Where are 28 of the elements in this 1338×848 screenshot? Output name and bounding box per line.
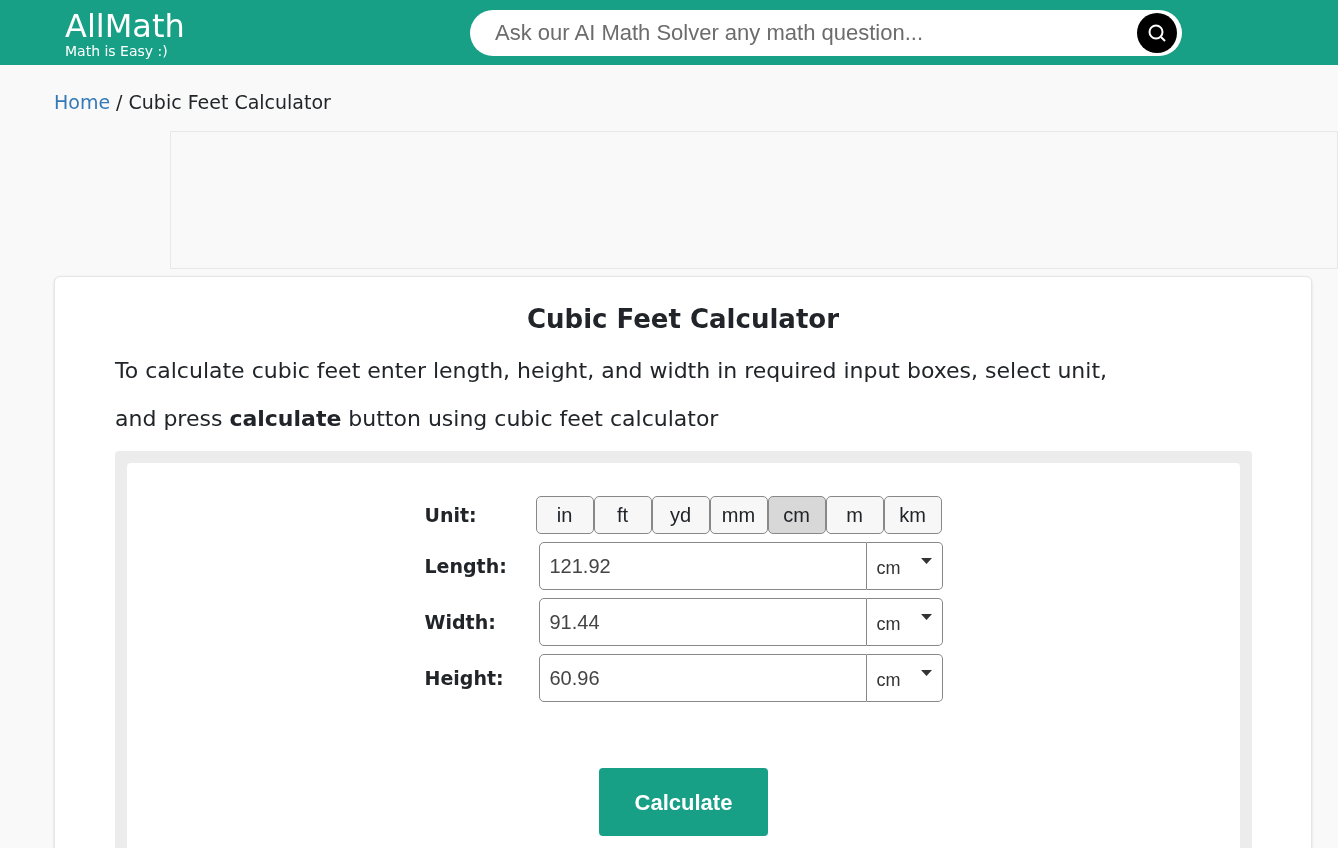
unit-button[interactable]: mm bbox=[709, 496, 768, 534]
field-label: Height: bbox=[424, 665, 505, 691]
dropdown-caret-icon bbox=[920, 558, 932, 564]
unit-button[interactable]: in bbox=[535, 496, 594, 534]
field-label: Width: bbox=[424, 609, 497, 635]
search-field[interactable]: Ask our AI Math Solver any math question... bbox=[470, 9, 1182, 56]
dropdown-caret-icon bbox=[920, 614, 932, 620]
unit-button[interactable]: cm bbox=[767, 496, 826, 534]
breadcrumb-current: Cubic Feet Calculator bbox=[128, 89, 331, 115]
unit-button[interactable]: m bbox=[825, 496, 884, 534]
unit-label: Unit: bbox=[424, 502, 478, 528]
tagline: Math is Easy :) bbox=[65, 43, 169, 58]
search-icon bbox=[1147, 22, 1167, 43]
description: To calculate cubic feet enter length, height, and width in required input boxes, select unit, and press calculate button using cubic feet calculator bbox=[115, 357, 1109, 433]
value-field[interactable]: 121.92 bbox=[538, 542, 867, 590]
unit-button[interactable]: yd bbox=[651, 496, 710, 534]
field-label: Length: bbox=[424, 553, 508, 579]
unit-select[interactable]: cm bbox=[866, 598, 943, 646]
value-field[interactable]: 60.96 bbox=[538, 654, 867, 702]
home-link[interactable]: Home bbox=[54, 87, 111, 117]
dropdown-caret-icon bbox=[920, 670, 932, 676]
unit-select[interactable]: cm bbox=[866, 542, 943, 590]
breadcrumb-separator: / bbox=[116, 89, 123, 115]
calculator-title: Cubic Feet Calculator bbox=[525, 303, 841, 336]
unit-button[interactable]: ft bbox=[593, 496, 652, 534]
unit-select[interactable]: cm bbox=[866, 654, 943, 702]
unit-button[interactable]: km bbox=[883, 496, 942, 534]
value-field[interactable]: 91.44 bbox=[538, 598, 867, 646]
